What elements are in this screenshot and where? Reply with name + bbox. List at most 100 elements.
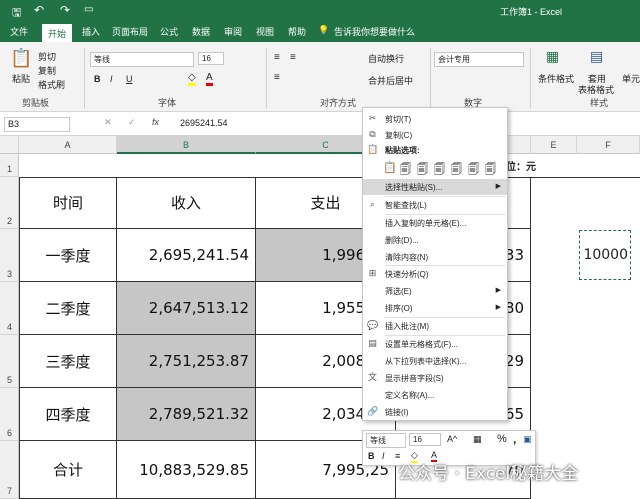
number-format-select[interactable]: 会计专用 [434,52,524,67]
confirm-icon[interactable]: ✓ [128,117,136,128]
column-header-a[interactable]: A [19,136,117,154]
cancel-icon[interactable]: ✕ [104,117,112,128]
row-header-4[interactable]: 4 [0,282,19,335]
column-header-b[interactable]: B [117,136,256,154]
menu-item-copy[interactable]: ⧉ 复制(C) [363,127,507,143]
align-top-icon[interactable]: ≡ [274,52,280,63]
table-format-icon[interactable]: ▤ [590,48,603,65]
italic-icon[interactable]: I [382,451,385,461]
menu-item-define-name[interactable]: 定义名称(A)... [363,387,507,403]
menu-item-sort[interactable]: 排序(O) ▶ [363,300,507,316]
quick-analysis-icon: ⊞ [368,268,377,278]
row-header-2[interactable]: 2 [0,177,19,229]
period-cell[interactable]: 二季度 [19,282,117,335]
bold-icon[interactable]: B [368,451,375,461]
cell-style-button[interactable]: 单元 [622,72,640,85]
paste-transpose-icon[interactable]: 🗐 [451,161,462,180]
tab-view[interactable]: 视图 [256,25,274,38]
menu-item-insert-comment[interactable]: 💬 插入批注(M) [363,318,507,334]
income-cell[interactable]: 2,647,513.12 [117,282,256,335]
menu-item-paste-special[interactable]: 选择性粘贴(S)... ▶ [363,179,507,195]
tell-me-box[interactable]: 告诉我你想要做什么 [334,25,415,38]
income-cell[interactable]: 2,751,253.87 [117,335,256,388]
header-income[interactable]: 收入 [117,177,256,229]
header-time[interactable]: 时间 [19,177,117,229]
menu-item-quick-analysis[interactable]: ⊞ 快速分析(Q) [363,266,507,282]
mini-size-select[interactable]: 16 [409,433,441,446]
tab-home[interactable]: 开始 [42,24,73,42]
copy-button[interactable]: 复制 [38,64,56,77]
period-cell[interactable]: 三季度 [19,335,117,388]
column-header-f[interactable]: F [577,136,640,154]
fill-color-icon[interactable]: ◇ [188,72,196,86]
paste-values-icon[interactable]: 🗐 [400,161,411,180]
row-header-1[interactable]: 1 [0,154,19,177]
copied-cell-f3[interactable]: 10000 [579,230,631,280]
menu-item-insert-copied[interactable]: 插入复制的单元格(E)... [363,215,507,231]
save-icon[interactable]: 🖫 [12,4,21,23]
name-box[interactable]: B3 [4,117,70,132]
row-header-7[interactable]: 7 [0,441,19,499]
format-painter-button[interactable]: 格式刷 [38,78,65,91]
wrap-text-button[interactable]: 自动换行 [368,52,404,65]
tab-page-layout[interactable]: 页面布局 [112,25,148,38]
menu-item-pick-list[interactable]: 从下拉列表中选择(K)... [363,353,507,369]
tab-insert[interactable]: 插入 [82,25,100,38]
paste-picture-icon[interactable]: 🗐 [485,161,496,180]
bold-button[interactable]: B [94,74,101,84]
paste-icon[interactable]: 📋 [383,161,397,174]
total-income-cell[interactable]: 10,883,529.85 [117,441,256,499]
select-all-corner[interactable] [0,136,19,154]
paste-formatting-icon[interactable]: 🗐 [434,161,445,180]
menu-item-filter[interactable]: 筛选(E) ▶ [363,283,507,299]
period-cell[interactable]: 一季度 [19,229,117,282]
underline-button[interactable]: U [126,74,133,84]
income-cell[interactable]: 2,789,521.32 [117,388,256,441]
tab-formulas[interactable]: 公式 [160,25,178,38]
comma-button[interactable]: , [513,432,516,446]
paste-formulas-icon[interactable]: 🗐 [417,161,428,180]
tab-help[interactable]: 帮助 [288,25,306,38]
format-painter-icon[interactable]: ▣ [523,434,532,445]
paste-icon[interactable]: 📋 [10,48,32,69]
menu-item-cut[interactable]: ✂ 剪切(T) [363,111,507,127]
menu-item-phonetic[interactable]: 文显示拼音字段(S) [363,370,507,386]
formula-input[interactable]: 2695241.54 [180,118,228,128]
redo-icon[interactable]: ↷ [60,3,70,17]
merge-center-button[interactable]: 合并后居中 [368,74,413,87]
income-cell[interactable]: 2,695,241.54 [117,229,256,282]
tab-data[interactable]: 数据 [192,25,210,38]
align-center-icon[interactable]: ≡ [290,52,296,63]
period-cell[interactable]: 四季度 [19,388,117,441]
new-file-icon[interactable]: ▭ [84,4,93,15]
cut-button[interactable]: 剪切 [38,50,56,63]
menu-item-delete[interactable]: 删除(D)... [363,232,507,248]
insert-function-icon[interactable]: fx [152,117,159,127]
paste-link-icon[interactable]: 🗐 [468,161,479,180]
font-size-select[interactable]: 16 [198,52,224,65]
menu-paste-options-label: 📋 粘贴选项: [363,142,507,158]
grow-font-icon[interactable]: A^ [447,434,457,444]
italic-button[interactable]: I [110,74,113,84]
undo-icon[interactable]: ↶ [34,3,44,17]
column-header-e[interactable]: E [531,136,577,154]
mini-font-select[interactable]: 等线 [366,433,406,448]
font-name-select[interactable]: 等线 [90,52,194,67]
conditional-format-button[interactable]: 条件格式 [538,72,574,85]
tab-file[interactable]: 文件 [10,25,28,38]
paste-button[interactable]: 粘贴 [12,72,30,85]
menu-item-smart-lookup[interactable]: ⌕ 智能查找(L) [363,197,507,213]
menu-item-link[interactable]: 🔗 链接(I) [363,404,507,420]
total-label-cell[interactable]: 合计 [19,441,117,499]
conditional-format-icon[interactable]: ▦ [546,48,559,65]
align-left-icon[interactable]: ≡ [274,72,280,83]
menu-item-clear[interactable]: 清除内容(N) [363,249,507,265]
row-header-6[interactable]: 6 [0,388,19,441]
row-header-3[interactable]: 3 [0,229,19,282]
accounting-format-icon[interactable]: ▦ [473,434,482,445]
font-color-icon[interactable]: A [206,72,213,86]
percent-button[interactable]: % [497,433,507,445]
row-header-5[interactable]: 5 [0,335,19,388]
tab-review[interactable]: 审阅 [224,25,242,38]
menu-item-format-cells[interactable]: ▤ 设置单元格格式(F)... [363,336,507,352]
